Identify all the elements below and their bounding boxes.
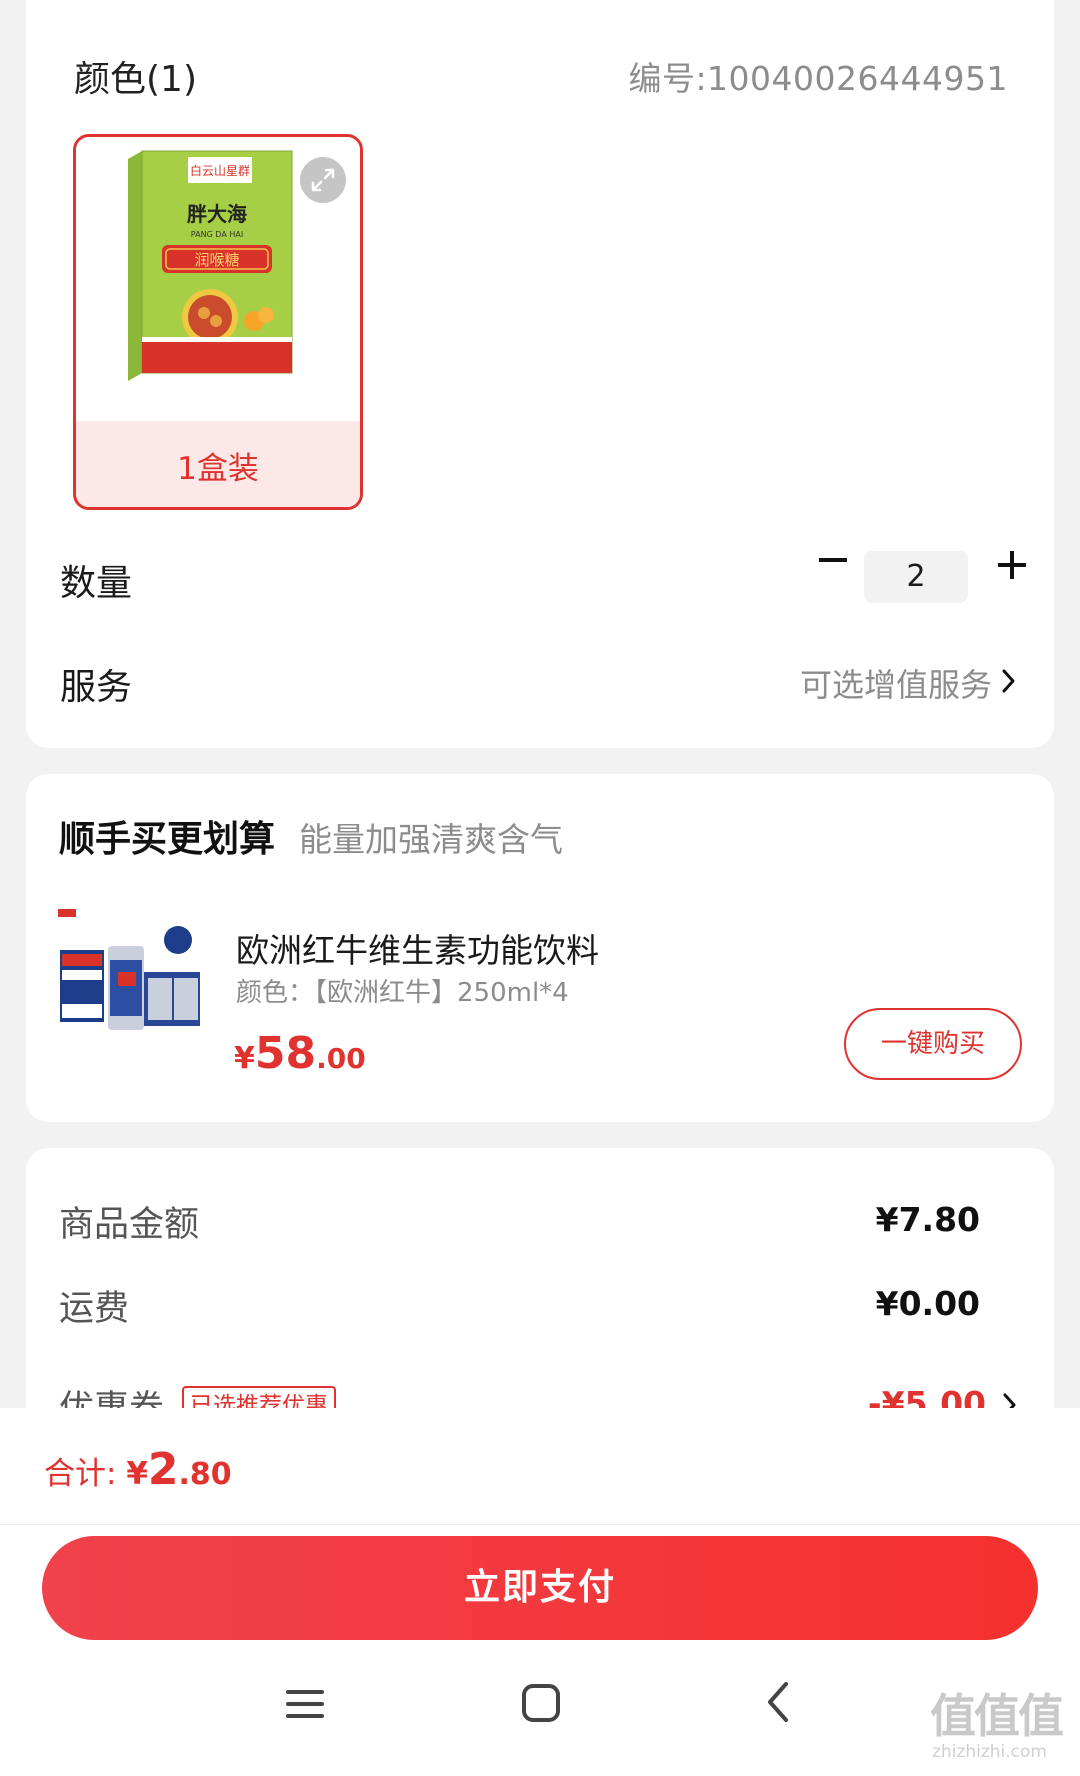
box-sub-text: 润喉糖 bbox=[194, 251, 239, 269]
nav-back-button[interactable] bbox=[762, 1678, 792, 1726]
watermark-url: zhizhizhi.com bbox=[932, 1742, 1047, 1762]
box-name-text: 胖大海 bbox=[186, 202, 247, 226]
order-total: 合计: ¥2.80 bbox=[44, 1444, 232, 1495]
total-label: 合计: bbox=[44, 1456, 127, 1492]
quantity-increase-button[interactable] bbox=[987, 540, 1037, 590]
quantity-label: 数量 bbox=[60, 563, 133, 604]
expand-image-button[interactable] bbox=[300, 157, 346, 203]
price-integer: 58 bbox=[254, 1028, 317, 1079]
recommend-product-image[interactable] bbox=[56, 906, 216, 1056]
variant-option-selected[interactable]: 白云山星群 胖大海 PANG DA HAI 润喉糖 1盒装 bbox=[73, 134, 363, 510]
pay-now-button[interactable]: 立即支付 bbox=[42, 1536, 1038, 1640]
shipping-label: 运费 bbox=[59, 1289, 130, 1329]
product-code: 编号:10040026444951 bbox=[628, 59, 1008, 98]
recommend-product-spec: 颜色：【欧洲红牛】250ml*4 bbox=[236, 978, 569, 1008]
divider bbox=[0, 1524, 1080, 1525]
back-arrow-icon bbox=[768, 1682, 788, 1722]
home-square-icon bbox=[522, 1684, 560, 1722]
minus-icon bbox=[819, 558, 847, 562]
recommend-title: 顺手买更划算 bbox=[59, 819, 276, 860]
nav-recent-apps-button[interactable] bbox=[284, 1684, 326, 1724]
variant-label: 1盒装 bbox=[177, 451, 259, 487]
watermark-logo: 值值值 bbox=[930, 1689, 1064, 1743]
total-integer: 2 bbox=[147, 1444, 179, 1495]
chevron-right-icon[interactable] bbox=[1000, 666, 1018, 696]
checkout-bar: 合计: ¥2.80 立即支付 值值值 zhizhizhi.com bbox=[0, 1408, 1080, 1776]
spec-card: 颜色(1) 编号:10040026444951 白云山星群 胖大海 PANG D… bbox=[26, 0, 1054, 748]
recommend-product-price: ¥58.00 bbox=[234, 1028, 366, 1079]
menu-icon bbox=[286, 1690, 324, 1718]
recommend-card: 顺手买更划算 能量加强清爽含气 欧洲红牛维生素功能饮料 颜色：【欧洲红牛】250… bbox=[26, 774, 1054, 1122]
box-pinyin-text: PANG DA HAI bbox=[191, 230, 243, 239]
price-decimal: .00 bbox=[316, 1042, 366, 1075]
goods-amount-value: ¥7.80 bbox=[875, 1200, 980, 1239]
box-brand-text: 白云山星群 bbox=[190, 163, 250, 178]
color-section-title: 颜色(1) bbox=[74, 59, 197, 100]
quantity-decrease-button[interactable] bbox=[813, 540, 853, 580]
total-decimal: .80 bbox=[178, 1457, 232, 1492]
nav-home-button[interactable] bbox=[520, 1682, 562, 1724]
total-currency: ¥ bbox=[126, 1456, 148, 1492]
recommend-subtitle: 能量加强清爽含气 bbox=[299, 820, 563, 859]
shipping-value: ¥0.00 bbox=[875, 1284, 980, 1323]
plus-icon bbox=[998, 551, 1026, 579]
expand-icon bbox=[311, 168, 335, 192]
quantity-input[interactable]: 2 bbox=[864, 551, 968, 603]
recommend-product-name[interactable]: 欧洲红牛维生素功能饮料 bbox=[236, 924, 599, 972]
service-label: 服务 bbox=[60, 667, 133, 708]
service-option-link[interactable]: 可选增值服务 bbox=[800, 660, 992, 706]
one-click-buy-button[interactable]: 一键购买 bbox=[844, 1008, 1022, 1080]
goods-amount-label: 商品金额 bbox=[59, 1205, 200, 1245]
price-currency: ¥ bbox=[234, 1041, 255, 1076]
